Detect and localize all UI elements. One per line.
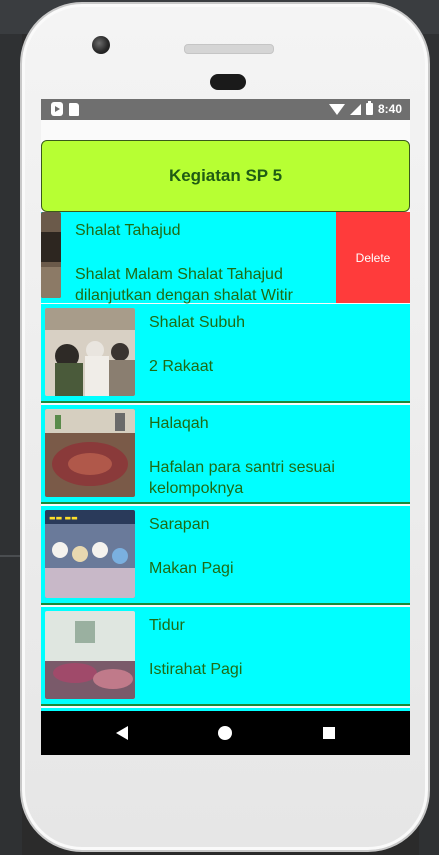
battery-icon bbox=[365, 101, 373, 115]
recents-icon[interactable] bbox=[323, 727, 335, 739]
list-item[interactable]: ▬▬ ▬▬ Sarapan Makan Pagi bbox=[41, 506, 410, 605]
status-time: 8:40 bbox=[377, 102, 402, 116]
list-item[interactable]: Tidur Istirahat Pagi bbox=[41, 607, 410, 706]
activity-thumbnail bbox=[45, 308, 135, 396]
navigation-bar bbox=[41, 711, 410, 755]
app-screen: 8:40 Kegiatan SP 5 Shalat Tahajud Shalat… bbox=[41, 99, 410, 755]
back-icon[interactable] bbox=[116, 726, 128, 740]
list-item[interactable]: Halaqah Hafalan para santri sesuai kelom… bbox=[41, 405, 410, 504]
page-header: Kegiatan SP 5 bbox=[41, 140, 410, 212]
activity-thumbnail: ▬▬ ▬▬ bbox=[45, 510, 135, 598]
list-item[interactable]: Shalat Tahajud Shalat Malam Shalat Tahaj… bbox=[41, 212, 336, 304]
ide-divider bbox=[0, 555, 22, 557]
wifi-icon bbox=[328, 104, 345, 115]
play-store-icon bbox=[51, 102, 63, 116]
item-title: Tidur bbox=[149, 617, 185, 634]
page-title: Kegiatan SP 5 bbox=[168, 166, 283, 185]
item-title: Shalat Subuh bbox=[149, 314, 246, 331]
svg-text:▬▬ ▬▬: ▬▬ ▬▬ bbox=[49, 514, 78, 522]
delete-label: Delete bbox=[355, 250, 391, 265]
sd-card-icon bbox=[69, 103, 79, 116]
item-description: 2 Rakaat bbox=[149, 358, 214, 375]
item-title: Halaqah bbox=[149, 415, 209, 432]
item-description: Shalat Malam Shalat Tahajud dilanjutkan … bbox=[75, 266, 293, 304]
item-description: Istirahat Pagi bbox=[149, 661, 243, 678]
list-item[interactable]: Shalat Subuh 2 Rakaat bbox=[41, 304, 410, 403]
item-title: Shalat Tahajud bbox=[75, 222, 181, 239]
item-description: Makan Pagi bbox=[149, 560, 234, 577]
earpiece-speaker bbox=[184, 44, 274, 54]
proximity-sensor bbox=[210, 74, 246, 90]
delete-button[interactable]: Delete bbox=[336, 212, 410, 303]
activity-thumbnail bbox=[41, 212, 61, 298]
signal-icon bbox=[349, 103, 361, 115]
item-title: Sarapan bbox=[149, 516, 210, 533]
ide-left-panel bbox=[0, 34, 22, 855]
activity-thumbnail bbox=[45, 409, 135, 497]
item-description: Hafalan para santri sesuai kelompoknya bbox=[149, 459, 335, 497]
activity-thumbnail bbox=[45, 611, 135, 699]
home-icon[interactable] bbox=[218, 726, 232, 740]
front-camera-icon bbox=[92, 36, 110, 54]
status-bar: 8:40 bbox=[41, 99, 410, 120]
